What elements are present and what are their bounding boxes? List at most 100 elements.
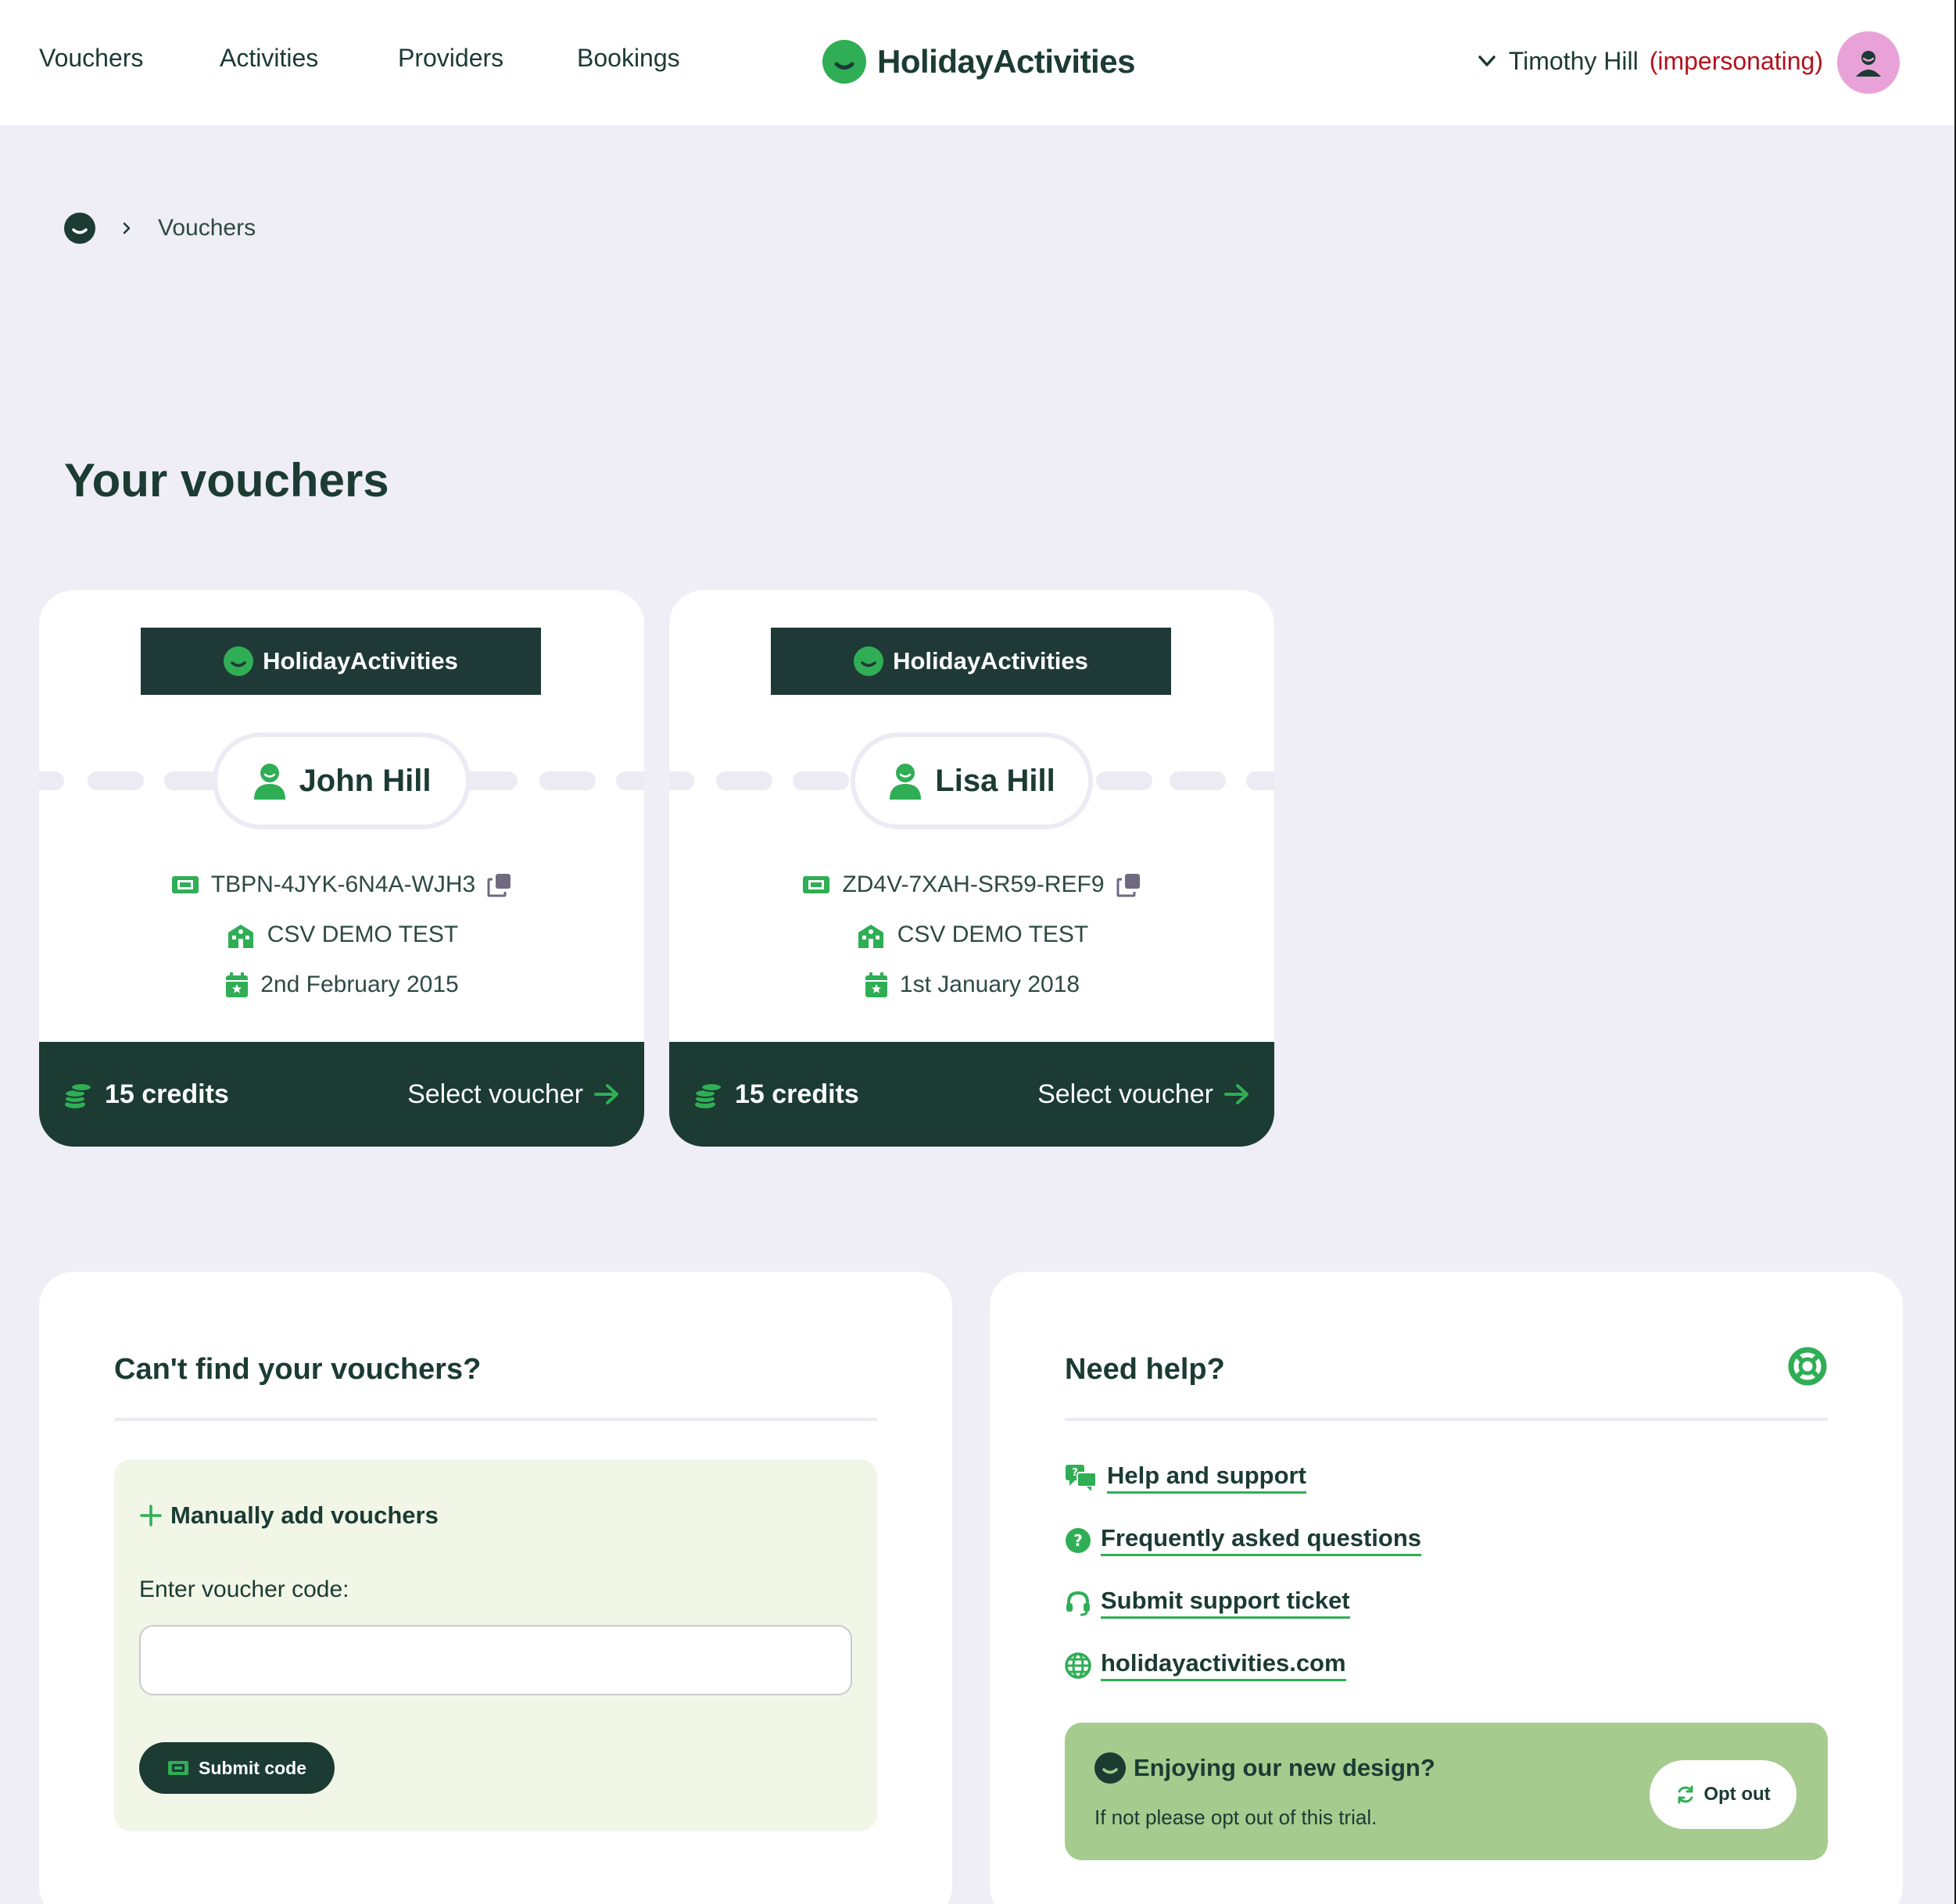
voucher-organisation: CSV DEMO TEST bbox=[267, 922, 459, 947]
question-circle-icon: ? bbox=[1066, 1527, 1091, 1553]
brand-name: HolidayActivities bbox=[877, 43, 1135, 80]
manual-add-box: Manually add vouchers Enter voucher code… bbox=[114, 1459, 877, 1831]
user-menu[interactable]: Timothy Hill (impersonating) bbox=[1476, 44, 1823, 78]
avatar[interactable] bbox=[1837, 31, 1900, 94]
user-name: Timothy Hill bbox=[1508, 46, 1639, 75]
opt-out-button[interactable]: Opt out bbox=[1650, 1760, 1797, 1829]
submit-code-button[interactable]: Submit code bbox=[139, 1742, 335, 1794]
voucher-card: HolidayActivities John Hill TBPN-4JYK-6N… bbox=[39, 590, 644, 1147]
person-icon bbox=[253, 764, 285, 800]
select-voucher-button[interactable]: Select voucher bbox=[407, 1079, 621, 1110]
submit-ticket-link[interactable]: Submit support ticket bbox=[1065, 1587, 1350, 1619]
manual-add-toggle[interactable]: Manually add vouchers bbox=[139, 1501, 439, 1530]
select-voucher-label: Select voucher bbox=[407, 1079, 583, 1109]
faq-link[interactable]: ? Frequently asked questions bbox=[1065, 1524, 1421, 1556]
voucher-organisation-row: CSV DEMO TEST bbox=[39, 922, 644, 948]
select-voucher-button[interactable]: Select voucher bbox=[1037, 1079, 1251, 1110]
coins-stack-icon bbox=[694, 1083, 722, 1108]
nav-providers[interactable]: Providers bbox=[398, 44, 503, 73]
ticket-icon bbox=[171, 876, 199, 893]
select-voucher-label: Select voucher bbox=[1037, 1079, 1213, 1109]
voucher-code-row: ZD4V-7XAH-SR59-REF9 bbox=[669, 871, 1274, 898]
website-link[interactable]: holidayactivities.com bbox=[1065, 1649, 1346, 1681]
page-title: Your vouchers bbox=[64, 454, 389, 506]
nav-bookings[interactable]: Bookings bbox=[577, 44, 680, 73]
copy-icon[interactable] bbox=[486, 871, 513, 898]
nav-vouchers[interactable]: Vouchers bbox=[39, 44, 143, 73]
voucher-date-row: 2nd February 2015 bbox=[39, 972, 644, 998]
calendar-icon bbox=[865, 972, 887, 997]
brand-logo[interactable]: HolidayActivities bbox=[822, 39, 1135, 84]
voucher-code-row: TBPN-4JYK-6N4A-WJH3 bbox=[39, 871, 644, 898]
calendar-icon bbox=[226, 972, 249, 997]
new-design-title: Enjoying our new design? bbox=[1094, 1752, 1435, 1784]
copy-icon[interactable] bbox=[1116, 871, 1142, 898]
person-icon bbox=[890, 764, 922, 800]
voucher-brand: HolidayActivities bbox=[893, 647, 1088, 675]
divider bbox=[114, 1418, 877, 1421]
home-smiley-icon[interactable] bbox=[64, 213, 95, 244]
voucher-code: TBPN-4JYK-6N4A-WJH3 bbox=[210, 871, 476, 897]
credits-label: 15 credits bbox=[735, 1079, 859, 1109]
voucher-code-input[interactable] bbox=[139, 1625, 852, 1695]
lifebuoy-icon bbox=[1788, 1347, 1827, 1386]
voucher-date-row: 1st January 2018 bbox=[669, 972, 1274, 998]
credits-count: 15 credits bbox=[693, 1079, 859, 1110]
nav-activities[interactable]: Activities bbox=[220, 44, 318, 73]
impersonating-label: (impersonating) bbox=[1649, 46, 1823, 75]
voucher-code: ZD4V-7XAH-SR59-REF9 bbox=[842, 871, 1105, 897]
voucher-holder-name: John Hill bbox=[213, 732, 471, 829]
arrow-right-icon bbox=[594, 1084, 618, 1104]
voucher-date: 1st January 2018 bbox=[899, 972, 1080, 997]
submit-code-label: Submit code bbox=[198, 1757, 306, 1778]
manual-add-label: Manually add vouchers bbox=[170, 1501, 439, 1529]
help-and-support-link[interactable]: ? Help and support bbox=[1065, 1462, 1306, 1494]
credits-label: 15 credits bbox=[105, 1079, 229, 1109]
submit-ticket-label: Submit support ticket bbox=[1101, 1587, 1350, 1619]
ticket-icon bbox=[167, 1761, 188, 1775]
school-building-icon bbox=[227, 925, 253, 948]
smiley-logo-icon bbox=[1094, 1752, 1126, 1784]
smiley-logo-icon bbox=[224, 646, 254, 676]
chevron-right-icon bbox=[123, 222, 131, 234]
breadcrumb-current: Vouchers bbox=[158, 215, 256, 241]
voucher-banner: HolidayActivities bbox=[141, 628, 541, 695]
voucher-date: 2nd February 2015 bbox=[260, 972, 459, 997]
help-and-support-label: Help and support bbox=[1107, 1462, 1306, 1494]
breadcrumb: Vouchers bbox=[64, 213, 256, 244]
chat-bubbles-icon: ? bbox=[1066, 1464, 1097, 1491]
arrow-right-icon bbox=[1224, 1084, 1248, 1104]
voucher-holder-name: Lisa Hill bbox=[851, 732, 1093, 829]
help-title: Need help? bbox=[1065, 1353, 1225, 1386]
ticket-icon bbox=[803, 876, 830, 893]
opt-out-label: Opt out bbox=[1703, 1784, 1771, 1805]
help-panel: Need help? ? Help and support ? Frequent… bbox=[990, 1272, 1903, 1904]
coins-stack-icon bbox=[64, 1083, 92, 1108]
credits-count: 15 credits bbox=[63, 1079, 229, 1110]
headset-icon bbox=[1066, 1591, 1090, 1616]
voucher-footer: 15 credits Select voucher bbox=[669, 1042, 1274, 1147]
voucher-holder-label: Lisa Hill bbox=[935, 763, 1055, 798]
website-label: holidayactivities.com bbox=[1101, 1649, 1346, 1681]
chevron-down-icon bbox=[1478, 55, 1496, 66]
divider bbox=[1065, 1418, 1828, 1421]
smiley-logo-icon bbox=[822, 40, 866, 84]
user-avatar-icon bbox=[1856, 51, 1881, 77]
new-design-subtitle: If not please opt out of this trial. bbox=[1094, 1806, 1377, 1829]
smiley-logo-icon bbox=[854, 646, 884, 676]
globe-icon bbox=[1065, 1652, 1091, 1679]
voucher-brand: HolidayActivities bbox=[263, 647, 458, 675]
voucher-card: HolidayActivities Lisa Hill ZD4V-7XAH-SR… bbox=[669, 590, 1274, 1147]
new-design-banner: Enjoying our new design? If not please o… bbox=[1065, 1723, 1828, 1860]
new-design-title-text: Enjoying our new design? bbox=[1134, 1754, 1435, 1781]
top-navigation-bar: Vouchers Activities Providers Bookings H… bbox=[0, 0, 1956, 125]
voucher-code-label: Enter voucher code: bbox=[139, 1577, 349, 1602]
svg-text:?: ? bbox=[1072, 1467, 1078, 1479]
plus-icon bbox=[140, 1505, 162, 1526]
find-vouchers-title: Can't find your vouchers? bbox=[114, 1353, 482, 1386]
voucher-footer: 15 credits Select voucher bbox=[39, 1042, 644, 1147]
faq-label: Frequently asked questions bbox=[1101, 1524, 1421, 1556]
refresh-icon bbox=[1678, 1785, 1693, 1804]
svg-text:?: ? bbox=[1073, 1531, 1083, 1550]
voucher-organisation-row: CSV DEMO TEST bbox=[669, 922, 1274, 948]
